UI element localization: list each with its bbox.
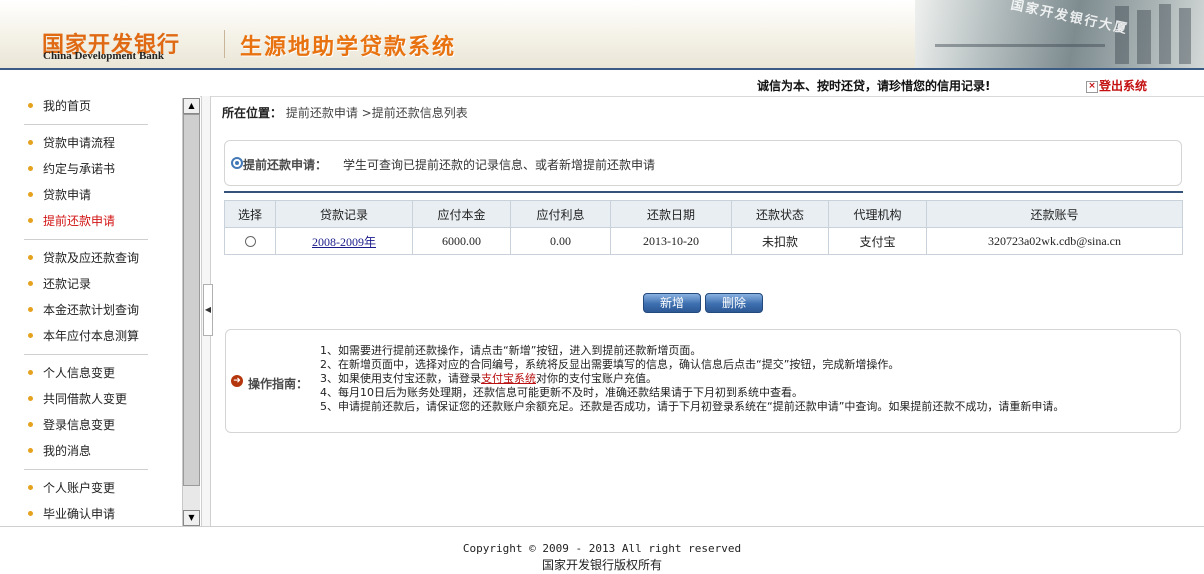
copyright-owner: 国家开发银行版权所有 (541, 558, 662, 572)
scrollbar-thumb[interactable] (183, 114, 200, 486)
sidebar-item-loan-process[interactable]: 贷款申请流程 (24, 134, 115, 152)
sidebar-item-interest-calc[interactable]: 本年应付本息测算 (24, 327, 139, 345)
sidebar-item-repay-plan[interactable]: 本金还款计划查询 (24, 301, 139, 319)
alipay-link[interactable]: 支付宝系统 (481, 372, 536, 385)
sidebar-item-account-change[interactable]: 个人账户变更 (24, 479, 115, 497)
guide-line: 1、如需要进行提前还款操作，请点击“新增”按钮，进入到提前还款新增页面。 (320, 344, 702, 357)
guide-label: 操作指南： (248, 377, 309, 391)
bullet-icon (28, 448, 33, 453)
col-account: 还款账号 (926, 200, 1183, 228)
loan-record-cell: 2008-2009年 (275, 227, 413, 255)
sidebar-item-co-borrower[interactable]: 共同借款人变更 (24, 390, 127, 408)
guide-line: 3、如果使用支付宝还款，请登录支付宝系统对你的支付宝账户充值。 (320, 372, 657, 385)
sidebar: 我的首页 贷款申请流程 约定与承诺书 贷款申请 提前还款申请 贷款及应还款查询 … (0, 96, 200, 526)
bullet-icon (28, 307, 33, 312)
sidebar-item-login-info[interactable]: 登录信息变更 (24, 416, 115, 434)
table-row: 2008-2009年 6000.00 0.00 2013-10-20 未扣款 支… (224, 227, 1183, 255)
section-divider (224, 191, 1183, 193)
page-header: 国家开发银行 China Development Bank 生源地助学贷款系统 … (0, 0, 1204, 70)
breadcrumb-path: 提前还款申请 >提前还款信息列表 (285, 106, 468, 120)
sidebar-item-repay-record[interactable]: 还款记录 (24, 275, 91, 293)
col-principal: 应付本金 (412, 200, 511, 228)
bullet-icon (28, 192, 33, 197)
breadcrumb-prefix: 所在位置： (222, 106, 283, 120)
radio-icon (231, 157, 243, 169)
bank-logo-en: China Development Bank (43, 50, 165, 62)
bullet-icon (28, 255, 33, 260)
header-divider (0, 68, 1204, 70)
add-button[interactable]: 新增 (643, 293, 701, 313)
intro-label: 提前还款申请： (243, 158, 328, 172)
guide-panel: ➜ 操作指南： 1、如需要进行提前还款操作，请点击“新增”按钮，进入到提前还款新… (225, 329, 1181, 433)
status-cell: 未扣款 (731, 227, 829, 255)
principal-cell: 6000.00 (412, 227, 511, 255)
sidebar-item-graduation[interactable]: 毕业确认申请 (24, 505, 115, 523)
col-loan-record: 贷款记录 (275, 200, 413, 228)
sidebar-item-home[interactable]: 我的首页 (24, 97, 91, 115)
guide-line: 4、每月10日后为账务处理期，还款信息可能更新不及时，准确还款结果请于下月初到系… (320, 386, 803, 399)
bullet-icon (28, 333, 33, 338)
sidebar-item-prepayment[interactable]: 提前还款申请 (24, 212, 115, 230)
bullet-icon (28, 422, 33, 427)
sidebar-splitter: ◀ (201, 96, 213, 526)
col-interest: 应付利息 (510, 200, 611, 228)
interest-cell: 0.00 (510, 227, 611, 255)
bullet-icon (28, 166, 33, 171)
logout-button[interactable]: × 登出系统 (1086, 77, 1147, 94)
col-status: 还款状态 (731, 200, 829, 228)
sidebar-divider (24, 469, 148, 470)
sidebar-divider (24, 239, 148, 240)
row-select-radio[interactable] (244, 236, 256, 248)
col-select: 选择 (224, 200, 276, 228)
date-cell: 2013-10-20 (610, 227, 732, 255)
row-select-cell (224, 227, 276, 255)
bullet-icon (28, 218, 33, 223)
table-header-row: 选择 贷款记录 应付本金 应付利息 还款日期 还款状态 代理机构 还款账号 (224, 200, 1183, 228)
logo-divider (224, 30, 225, 58)
col-date: 还款日期 (610, 200, 732, 228)
col-agency: 代理机构 (828, 200, 927, 228)
delete-button[interactable]: 删除 (705, 293, 763, 313)
agency-cell: 支付宝 (828, 227, 927, 255)
collapse-sidebar-icon[interactable]: ◀ (203, 284, 213, 336)
prepayment-table: 选择 贷款记录 应付本金 应付利息 还款日期 还款状态 代理机构 还款账号 20… (224, 200, 1183, 255)
sidebar-item-loan-query[interactable]: 贷款及应还款查询 (24, 249, 139, 267)
sidebar-item-personal-info[interactable]: 个人信息变更 (24, 364, 115, 382)
guide-line: 2、在新增页面中，选择对应的合同编号，系统将反显出需要填写的信息，确认信息后点击… (320, 358, 900, 371)
system-title: 生源地助学贷款系统 (240, 35, 457, 60)
guide-line: 5、申请提前还款后，请保证您的还款账户余额充足。还款是否成功，请于下月初登录系统… (320, 400, 1065, 413)
guide-list: 1、如需要进行提前还款操作，请点击“新增”按钮，进入到提前还款新增页面。 2、在… (320, 344, 1064, 414)
bullet-icon (28, 511, 33, 516)
slogan-bar: 诚信为本、按时还贷，请珍惜您的信用记录! × 登出系统 (0, 71, 1204, 97)
intro-text: 学生可查询已提前还款的记录信息、或者新增提前还款申请 (343, 158, 656, 172)
bullet-icon (28, 370, 33, 375)
copyright-text: Copyright © 2009 - 2013 All right reserv… (462, 542, 742, 555)
sidebar-divider (24, 354, 148, 355)
footer-divider (0, 526, 1204, 527)
sidebar-item-loan-apply[interactable]: 贷款申请 (24, 186, 91, 204)
bullet-icon (28, 140, 33, 145)
account-cell: 320723a02wk.cdb@sina.cn (926, 227, 1183, 255)
bullet-icon (28, 281, 33, 286)
logout-label: 登出系统 (1099, 79, 1148, 93)
sidebar-item-agreement[interactable]: 约定与承诺书 (24, 160, 115, 178)
scroll-down-icon[interactable]: ▼ (183, 510, 200, 526)
arrow-right-icon: ➜ (231, 375, 243, 387)
bullet-icon (28, 485, 33, 490)
loan-record-link[interactable]: 2008-2009年 (312, 235, 376, 249)
scroll-up-icon[interactable]: ▲ (183, 98, 200, 114)
intro-panel: 提前还款申请： 学生可查询已提前还款的记录信息、或者新增提前还款申请 (224, 140, 1182, 186)
bullet-icon (28, 103, 33, 108)
sidebar-divider (24, 124, 148, 125)
slogan-text: 诚信为本、按时还贷，请珍惜您的信用记录! (757, 79, 991, 93)
sidebar-scrollbar[interactable]: ▲ ▼ (182, 98, 200, 526)
sidebar-item-messages[interactable]: 我的消息 (24, 442, 91, 460)
bullet-icon (28, 396, 33, 401)
breadcrumb: 所在位置： 提前还款申请 >提前还款信息列表 (222, 104, 468, 121)
close-icon: × (1086, 80, 1098, 93)
